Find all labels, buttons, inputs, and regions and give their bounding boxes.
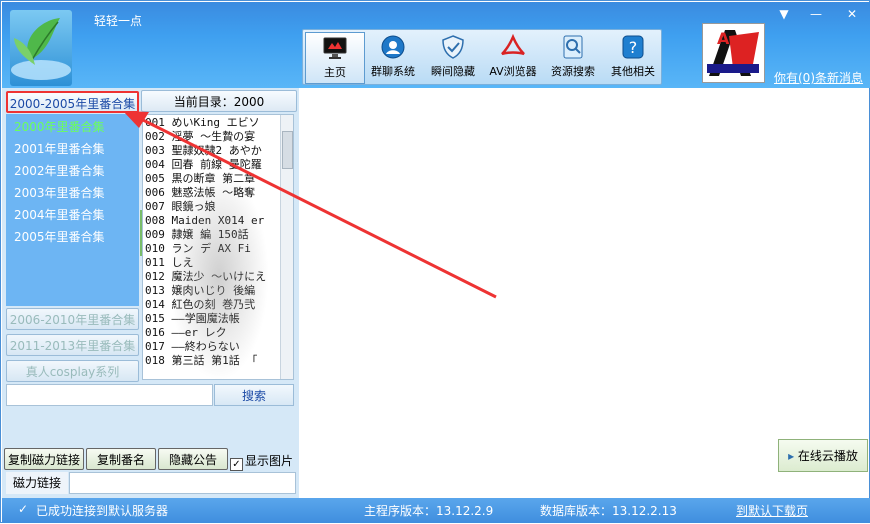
database-version: 数据库版本：13.12.2.13 <box>540 504 677 518</box>
connection-status: 已成功连接到默认服务器 <box>36 504 169 518</box>
program-version: 主程序版本：13.12.2.9 <box>364 504 494 518</box>
play-icon: ▸ <box>788 449 795 463</box>
download-page-link[interactable]: 到默认下载页 <box>736 502 808 519</box>
app-window: 轻轻一点 ▼ — ✕ 主页 群聊系统 瞬间隐藏 AV浏览器 资源搜索 ? 其他相… <box>0 0 870 523</box>
status-bar: ✓ 已成功连接到默认服务器 主程序版本：13.12.2.9 数据库版本：13.1… <box>2 498 870 523</box>
annotation-arrow <box>123 111 497 299</box>
cloud-play-button[interactable]: ▸ 在线云播放 <box>778 439 868 472</box>
cloud-play-label: 在线云播放 <box>797 449 858 463</box>
check-icon: ✓ <box>18 502 29 516</box>
